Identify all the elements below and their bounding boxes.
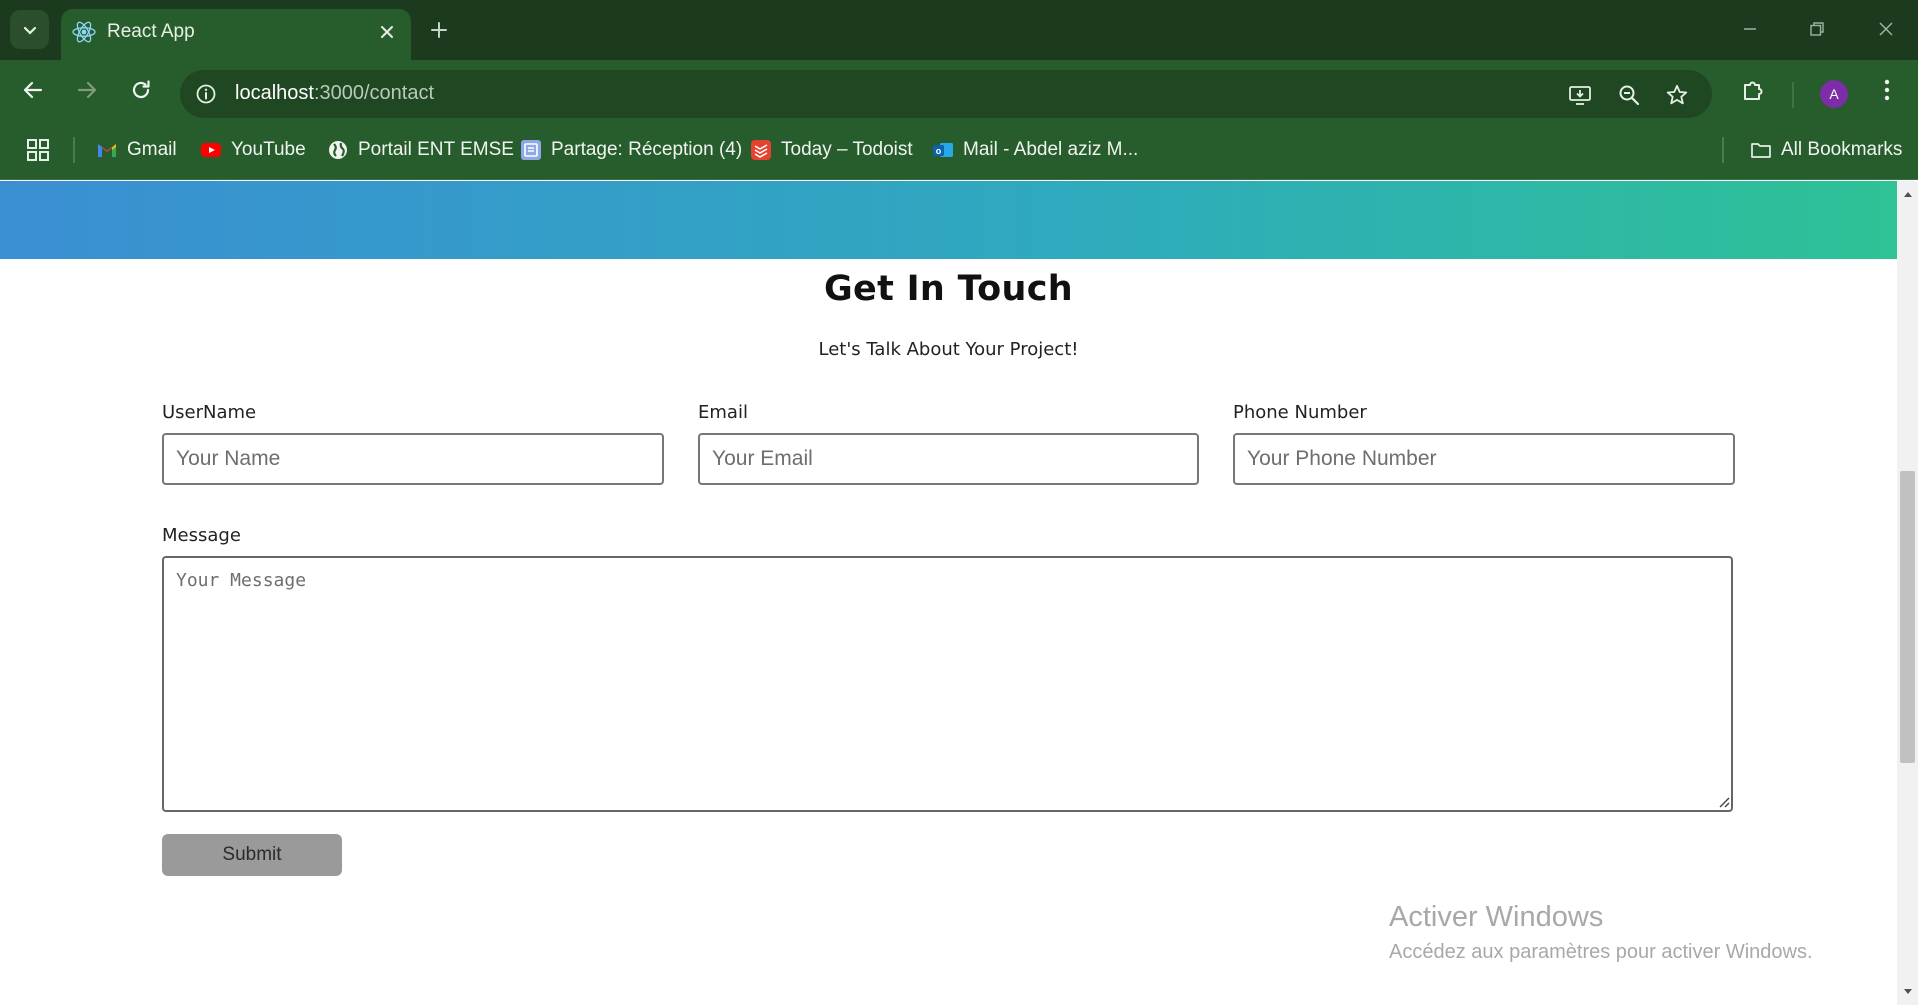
bookmark-label: Today – Todoist bbox=[781, 139, 913, 160]
youtube-icon bbox=[201, 143, 221, 157]
bookmarks-divider bbox=[1722, 137, 1724, 163]
chevron-down-icon bbox=[23, 26, 36, 35]
page-title: Get In Touch bbox=[824, 269, 1073, 309]
minimize-button[interactable] bbox=[1730, 14, 1770, 44]
bookmarks-bar: Gmail YouTube Portail ENT EMSE Partage: … bbox=[0, 120, 1918, 180]
url-host: localhost bbox=[235, 82, 314, 104]
bookmark-outlook[interactable]: o Mail - Abdel aziz M... bbox=[932, 136, 1138, 164]
globe-icon bbox=[329, 141, 347, 159]
triangle-down-icon bbox=[1903, 989, 1912, 994]
page-subtitle: Let's Talk About Your Project! bbox=[818, 339, 1079, 360]
more-vertical-icon bbox=[1884, 79, 1890, 101]
message-textarea[interactable] bbox=[162, 556, 1733, 812]
back-button[interactable] bbox=[16, 73, 50, 107]
zoom-button[interactable] bbox=[1614, 80, 1644, 110]
message-label: Message bbox=[162, 525, 241, 546]
puzzle-icon bbox=[1744, 81, 1763, 100]
bookmark-label: YouTube bbox=[231, 139, 306, 160]
tab-close-button[interactable] bbox=[375, 20, 399, 44]
zoom-out-icon bbox=[1619, 85, 1640, 106]
close-icon bbox=[1879, 22, 1893, 36]
minimize-icon bbox=[1744, 28, 1756, 30]
browser-tab[interactable]: React App bbox=[61, 9, 411, 60]
gmail-icon bbox=[98, 144, 116, 157]
profile-avatar[interactable]: A bbox=[1820, 80, 1848, 108]
arrow-left-icon bbox=[23, 81, 43, 99]
tab-search-button[interactable] bbox=[10, 10, 49, 49]
scroll-up-button[interactable] bbox=[1897, 187, 1918, 201]
restore-icon bbox=[1810, 22, 1824, 36]
todoist-icon bbox=[751, 140, 771, 160]
menu-button[interactable] bbox=[1871, 74, 1903, 106]
new-tab-button[interactable] bbox=[424, 15, 454, 45]
bookmark-youtube[interactable]: YouTube bbox=[200, 136, 306, 164]
outlook-icon: o bbox=[933, 143, 953, 157]
info-icon bbox=[196, 84, 216, 104]
folder-icon bbox=[1751, 143, 1771, 158]
bookmark-label: Portail ENT EMSE bbox=[358, 139, 514, 160]
scrollbar-thumb[interactable] bbox=[1900, 471, 1915, 763]
bookmark-label: Mail - Abdel aziz M... bbox=[963, 139, 1139, 160]
bookmarks-divider bbox=[73, 137, 75, 163]
email-label: Email bbox=[698, 402, 748, 423]
star-icon bbox=[1666, 84, 1688, 105]
windows-activation-subtitle: Accédez aux paramètres pour activer Wind… bbox=[1389, 941, 1813, 963]
phone-input[interactable] bbox=[1233, 433, 1735, 485]
apps-button[interactable] bbox=[26, 136, 50, 164]
username-input[interactable] bbox=[162, 433, 664, 485]
close-icon bbox=[381, 26, 393, 38]
install-app-button[interactable] bbox=[1565, 80, 1595, 110]
resize-handle-icon[interactable] bbox=[1716, 794, 1730, 808]
all-bookmarks-button[interactable]: All Bookmarks bbox=[1750, 136, 1902, 164]
page-viewport: Get In Touch Let's Talk About Your Proje… bbox=[0, 181, 1897, 1005]
toolbar-divider bbox=[1792, 82, 1794, 108]
url-path: :3000/contact bbox=[313, 82, 435, 104]
reload-button[interactable] bbox=[124, 73, 158, 107]
bookmark-portail-ent[interactable]: Portail ENT EMSE bbox=[327, 136, 514, 164]
username-label: UserName bbox=[162, 402, 257, 423]
bookmark-todoist[interactable]: Today – Todoist bbox=[750, 136, 913, 164]
submit-button[interactable]: Submit bbox=[162, 834, 342, 876]
tab-title: React App bbox=[107, 21, 195, 42]
windows-activation-title: Activer Windows bbox=[1389, 901, 1604, 933]
close-window-button[interactable] bbox=[1866, 14, 1906, 44]
bookmark-partage[interactable]: Partage: Réception (4) bbox=[520, 136, 742, 164]
bookmark-star-button[interactable] bbox=[1662, 80, 1692, 110]
bookmark-label: Gmail bbox=[127, 139, 177, 160]
url-text: localhost:3000/contact bbox=[235, 82, 434, 105]
bookmark-gmail[interactable]: Gmail bbox=[96, 136, 177, 164]
forward-button[interactable] bbox=[70, 73, 104, 107]
bookmark-label: Partage: Réception (4) bbox=[551, 139, 743, 160]
header-gradient-band bbox=[0, 181, 1897, 259]
extensions-button[interactable] bbox=[1738, 74, 1770, 106]
all-bookmarks-label: All Bookmarks bbox=[1781, 139, 1903, 160]
triangle-up-icon bbox=[1903, 192, 1912, 197]
email-input[interactable] bbox=[698, 433, 1199, 485]
react-icon bbox=[72, 21, 96, 43]
install-icon bbox=[1569, 86, 1591, 105]
scroll-down-button[interactable] bbox=[1897, 985, 1918, 999]
address-bar[interactable]: localhost:3000/contact bbox=[180, 70, 1712, 118]
reload-icon bbox=[132, 80, 150, 99]
site-info-button[interactable] bbox=[192, 80, 220, 108]
plus-icon bbox=[431, 22, 447, 38]
browser-toolbar: localhost:3000/contact bbox=[0, 60, 1918, 120]
arrow-right-icon bbox=[77, 81, 97, 99]
page-scrollbar[interactable] bbox=[1897, 181, 1918, 1005]
partage-icon bbox=[521, 140, 541, 160]
apps-grid-icon bbox=[27, 139, 49, 161]
restore-button[interactable] bbox=[1797, 14, 1837, 44]
svg-text:o: o bbox=[936, 146, 942, 156]
phone-label: Phone Number bbox=[1233, 402, 1367, 423]
browser-tab-strip: React App bbox=[0, 0, 1918, 60]
